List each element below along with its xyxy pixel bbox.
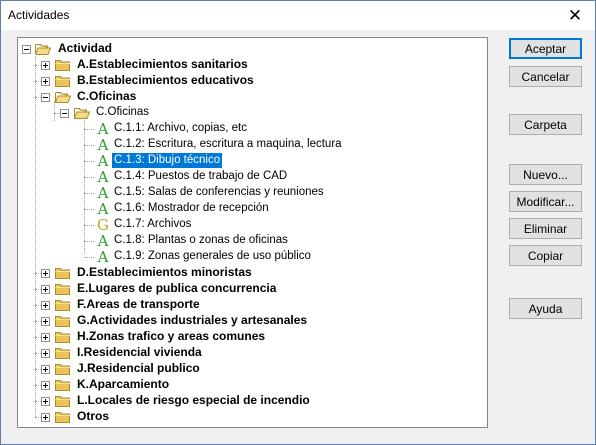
tree-item-label[interactable]: C.1.7: Archivos	[112, 217, 193, 232]
collapse-subgroup-toggle[interactable]	[60, 109, 69, 118]
expand-group-toggle[interactable]	[41, 269, 50, 278]
tree-connector	[84, 241, 94, 242]
folder-icon	[55, 283, 71, 295]
expand-group-toggle[interactable]	[41, 77, 50, 86]
tree-group-label[interactable]: H.Zonas trafico y areas comunes	[75, 329, 267, 344]
tree-group-label[interactable]: I.Residencial vivienda	[75, 345, 204, 360]
activity-a-icon: A	[97, 152, 109, 170]
expand-group-toggle[interactable]	[41, 397, 50, 406]
folder-icon	[55, 331, 71, 343]
tree-subgroup-label[interactable]: C.Oficinas	[94, 105, 151, 120]
activity-g-icon: G	[97, 216, 109, 234]
expand-group-toggle[interactable]	[41, 365, 50, 374]
aceptar-button[interactable]: Aceptar	[509, 38, 582, 59]
tree-connector	[84, 257, 94, 258]
close-icon[interactable]: ✕	[555, 1, 595, 30]
expand-group-toggle[interactable]	[41, 317, 50, 326]
cancelar-button[interactable]: Cancelar	[509, 66, 582, 87]
tree-item-label[interactable]: C.1.4: Puestos de trabajo de CAD	[112, 169, 289, 184]
tree-group-label[interactable]: B.Establecimientos educativos	[75, 73, 256, 88]
expand-group-toggle[interactable]	[41, 413, 50, 422]
activity-a-icon: A	[97, 136, 109, 154]
tree-group-label[interactable]: G.Actividades industriales y artesanales	[75, 313, 309, 328]
copiar-button[interactable]: Copiar	[509, 245, 582, 266]
expand-group-toggle[interactable]	[41, 61, 50, 70]
folder-icon	[55, 315, 71, 327]
tree-group-label[interactable]: F.Areas de transporte	[75, 297, 202, 312]
carpeta-button[interactable]: Carpeta	[509, 114, 582, 135]
expand-group-toggle[interactable]	[41, 333, 50, 342]
window-title: Actividades	[8, 8, 70, 22]
tree-item-label[interactable]: C.1.6: Mostrador de recepción	[112, 201, 271, 216]
activity-a-icon: A	[97, 248, 109, 266]
dialog-window: Actividades ✕ Actividad A.Establecimiento…	[0, 0, 596, 445]
tree-group-label[interactable]: D.Establecimientos minoristas	[75, 265, 254, 280]
expand-group-toggle[interactable]	[41, 285, 50, 294]
tree-item-label[interactable]: C.1.2: Escritura, escritura a maquina, l…	[112, 137, 344, 152]
tree-connector	[84, 209, 94, 210]
tree-connector	[84, 225, 94, 226]
folder-open-icon	[34, 43, 52, 55]
tree-connector	[84, 177, 94, 178]
folder-icon	[55, 267, 71, 279]
activity-a-icon: A	[97, 168, 109, 186]
activity-a-icon: A	[97, 184, 109, 202]
activity-a-icon: A	[97, 120, 109, 138]
expand-group-toggle[interactable]	[41, 381, 50, 390]
tree-item-label[interactable]: C.1.3: Dibujo técnico	[110, 152, 224, 169]
activity-a-icon: A	[97, 232, 109, 250]
tree-connector	[84, 161, 94, 162]
tree-group-label[interactable]: K.Aparcamiento	[75, 377, 171, 392]
folder-icon	[55, 395, 71, 407]
folder-icon	[55, 363, 71, 375]
tree-connector	[84, 145, 94, 146]
folder-icon	[55, 299, 71, 311]
tree-item-label[interactable]: C.1.8: Plantas o zonas de oficinas	[112, 233, 290, 248]
folder-open-icon	[54, 91, 72, 103]
tree-connector	[84, 117, 85, 253]
activity-tree[interactable]: Actividad A.Establecimientos sanitarios B.…	[17, 37, 488, 428]
collapse-group-toggle[interactable]	[41, 93, 50, 102]
tree-group-label[interactable]: L.Locales de riesgo especial de incendio	[75, 393, 312, 408]
folder-icon	[55, 75, 71, 87]
title-bar: Actividades ✕	[1, 1, 595, 30]
expand-group-toggle[interactable]	[41, 349, 50, 358]
ayuda-button[interactable]: Ayuda	[509, 298, 582, 319]
modificar-button[interactable]: Modificar...	[509, 191, 582, 212]
tree-connector	[84, 129, 94, 130]
folder-icon	[55, 379, 71, 391]
collapse-root-toggle[interactable]	[22, 45, 31, 54]
folder-icon	[55, 59, 71, 71]
tree-group-label[interactable]: C.Oficinas	[75, 89, 138, 104]
nuevo-button[interactable]: Nuevo...	[509, 164, 582, 185]
tree-group-label[interactable]: J.Residencial publico	[75, 361, 202, 376]
folder-open-icon	[73, 107, 91, 119]
tree-connector	[84, 193, 94, 194]
tree-item-label[interactable]: C.1.9: Zonas generales de uso público	[112, 249, 313, 264]
eliminar-button[interactable]: Eliminar	[509, 218, 582, 239]
tree-root-label[interactable]: Actividad	[56, 41, 114, 56]
tree-item-label[interactable]: C.1.5: Salas de conferencias y reuniones	[112, 185, 326, 200]
expand-group-toggle[interactable]	[41, 301, 50, 310]
folder-icon	[55, 347, 71, 359]
tree-group-label[interactable]: Otros	[75, 409, 111, 424]
tree-item-label[interactable]: C.1.1: Archivo, copias, etc	[112, 121, 249, 136]
folder-icon	[55, 411, 71, 423]
activity-a-icon: A	[97, 200, 109, 218]
tree-group-label[interactable]: E.Lugares de publica concurrencia	[75, 281, 278, 296]
tree-connector	[35, 53, 36, 417]
tree-connector	[54, 101, 55, 121]
tree-group-label[interactable]: A.Establecimientos sanitarios	[75, 57, 250, 72]
